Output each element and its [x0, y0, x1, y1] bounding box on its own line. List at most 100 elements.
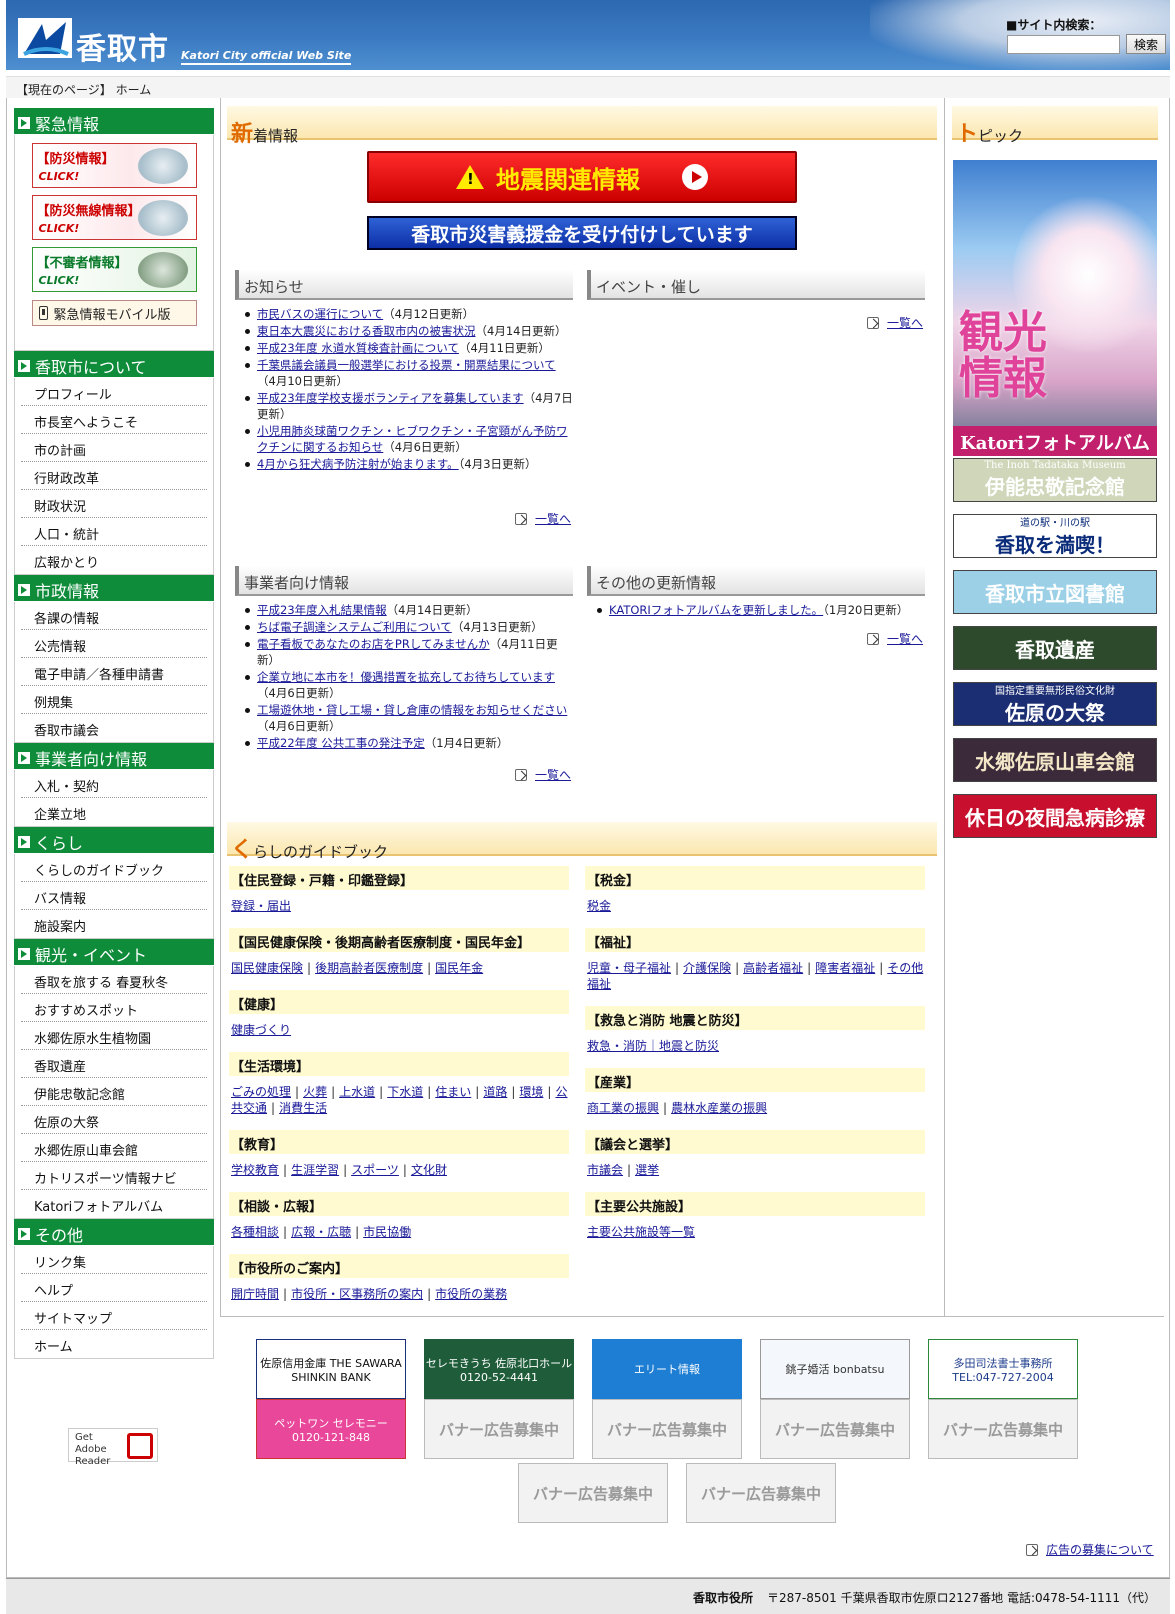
guide-link[interactable]: 学校教育: [231, 1163, 279, 1177]
nav-item[interactable]: ホーム: [21, 1330, 207, 1358]
nav-item[interactable]: 行財政改革: [21, 462, 207, 490]
nav-item[interactable]: ヘルプ: [21, 1274, 207, 1302]
guide-link[interactable]: 介護保険: [683, 961, 731, 975]
more-label[interactable]: 一覧へ: [887, 314, 923, 331]
guide-link[interactable]: ごみの処理: [231, 1085, 291, 1099]
news-link[interactable]: 平成23年度学校支援ボランティアを募集しています: [257, 391, 524, 405]
news-link[interactable]: 4月から狂犬病予防注射が始まります。: [257, 457, 459, 471]
guide-link[interactable]: 後期高齢者医療制度: [315, 961, 423, 975]
topic-banner[interactable]: 道の駅・川の駅 香取を満喫！: [953, 514, 1157, 558]
guide-category[interactable]: 【健康】: [229, 990, 569, 1014]
earthquake-info-button[interactable]: 地震関連情報: [367, 151, 797, 203]
disaster-radio-banner[interactable]: 【防災無線情報】 CLICK!: [31, 195, 197, 240]
empty-ad-slot[interactable]: バナー広告募集中: [424, 1399, 574, 1459]
guide-link[interactable]: 文化財: [411, 1163, 447, 1177]
guide-link[interactable]: 市役所・区事務所の案内: [291, 1287, 423, 1301]
guide-category[interactable]: 【救急と消防 地震と防災】: [585, 1006, 925, 1030]
more-label[interactable]: 一覧へ: [535, 766, 571, 783]
news-link[interactable]: KATORIフォトアルバムを更新しました。: [609, 603, 823, 617]
guide-category[interactable]: 【住民登録・戸籍・印鑑登録】: [229, 866, 569, 890]
guide-link[interactable]: 選挙: [635, 1163, 659, 1177]
guide-link[interactable]: 救急・消防｜地震と防災: [587, 1039, 719, 1053]
guide-link[interactable]: 障害者福祉: [815, 961, 875, 975]
nav-item[interactable]: 水郷佐原山車会館: [21, 1134, 207, 1162]
ad-recruit-link[interactable]: 広告の募集について: [1026, 1541, 1154, 1558]
nav-item[interactable]: 入札・契約: [21, 770, 207, 798]
guide-link[interactable]: 上水道: [339, 1085, 375, 1099]
notices-more-link[interactable]: 一覧へ: [515, 510, 571, 527]
news-link[interactable]: 千葉県議会議員一般選挙における投票・開票結果について: [257, 358, 556, 372]
guide-link[interactable]: 広報・広聴: [291, 1225, 351, 1239]
more-label[interactable]: 一覧へ: [887, 630, 923, 647]
guide-link[interactable]: 農林水産業の振興: [671, 1101, 767, 1115]
sponsor-ad[interactable]: 銚子婚活 bonbatsu: [760, 1339, 910, 1399]
nav-item[interactable]: 伊能忠敬記念館: [21, 1078, 207, 1106]
guide-link[interactable]: 火葬: [303, 1085, 327, 1099]
guide-link[interactable]: 商工業の振興: [587, 1101, 659, 1115]
empty-ad-slot[interactable]: バナー広告募集中: [592, 1399, 742, 1459]
guide-link[interactable]: スポーツ: [351, 1163, 399, 1177]
mobile-emergency-link[interactable]: 緊急情報モバイル版: [31, 300, 197, 326]
nav-item[interactable]: サイトマップ: [21, 1302, 207, 1330]
guide-link[interactable]: 下水道: [387, 1085, 423, 1099]
events-more-link[interactable]: 一覧へ: [867, 314, 923, 331]
guide-link[interactable]: 市民協働: [363, 1225, 411, 1239]
search-button[interactable]: 検索: [1126, 34, 1166, 54]
nav-item[interactable]: リンク集: [21, 1246, 207, 1274]
news-link[interactable]: 電子看板であなたのお店をPRしてみませんか: [257, 637, 490, 651]
topic-banner[interactable]: 休日の夜間急病診療: [953, 794, 1157, 838]
guide-link[interactable]: 各種相談: [231, 1225, 279, 1239]
empty-ad-slot[interactable]: バナー広告募集中: [686, 1463, 836, 1523]
more-label[interactable]: 一覧へ: [535, 510, 571, 527]
guide-link[interactable]: 国民健康保険: [231, 961, 303, 975]
guide-link[interactable]: 登録・届出: [231, 899, 291, 913]
guide-link[interactable]: 市議会: [587, 1163, 623, 1177]
guide-category[interactable]: 【市役所のご案内】: [229, 1254, 569, 1278]
search-input[interactable]: [1007, 35, 1120, 54]
nav-item[interactable]: 財政状況: [21, 490, 207, 518]
guide-link[interactable]: 健康づくり: [231, 1023, 291, 1037]
nav-item[interactable]: 水郷佐原水生植物園: [21, 1022, 207, 1050]
nav-item[interactable]: 電子申請／各種申請書: [21, 658, 207, 686]
guide-link[interactable]: 生涯学習: [291, 1163, 339, 1177]
news-link[interactable]: ちば電子調達システムご利用について: [257, 620, 452, 634]
guide-link[interactable]: 市役所の業務: [435, 1287, 507, 1301]
empty-ad-slot[interactable]: バナー広告募集中: [928, 1399, 1078, 1459]
news-link[interactable]: 東日本大震災における香取市内の被害状況: [257, 324, 476, 338]
topic-banner[interactable]: 水郷佐原山車会館: [953, 738, 1157, 782]
guide-category[interactable]: 【産業】: [585, 1068, 925, 1092]
nav-item[interactable]: 佐原の大祭: [21, 1106, 207, 1134]
nav-item[interactable]: バス情報: [21, 882, 207, 910]
nav-item[interactable]: 香取市議会: [21, 714, 207, 742]
nav-item[interactable]: 例規集: [21, 686, 207, 714]
sponsor-ad[interactable]: ペットワン セレモニー 0120-121-848: [256, 1399, 406, 1459]
news-link[interactable]: 平成23年度 水道水質検査計画について: [257, 341, 459, 355]
nav-item[interactable]: 市の計画: [21, 434, 207, 462]
guide-category[interactable]: 【税金】: [585, 866, 925, 890]
guide-category[interactable]: 【福祉】: [585, 928, 925, 952]
sponsor-ad[interactable]: 佐原信用金庫 THE SAWARA SHINKIN BANK: [256, 1339, 406, 1399]
topic-banner[interactable]: The Inoh Tadataka Museum 伊能忠敬記念館: [953, 458, 1157, 502]
guide-link[interactable]: 児童・母子福祉: [587, 961, 671, 975]
news-link[interactable]: 市民バスの運行について: [257, 307, 383, 321]
nav-item[interactable]: 公売情報: [21, 630, 207, 658]
other-updates-more-link[interactable]: 一覧へ: [867, 630, 923, 647]
empty-ad-slot[interactable]: バナー広告募集中: [760, 1399, 910, 1459]
tourism-photo-banner[interactable]: 観光情報 Katoriフォトアルバム: [953, 160, 1157, 456]
guide-link[interactable]: 道路: [483, 1085, 507, 1099]
sponsor-ad[interactable]: 多田司法書士事務所 TEL:047-727-2004: [928, 1339, 1078, 1399]
suspicious-person-banner[interactable]: 【不審者情報】 CLICK!: [31, 247, 197, 292]
nav-item[interactable]: 人口・統計: [21, 518, 207, 546]
nav-item[interactable]: 香取を旅する 春夏秋冬: [21, 966, 207, 994]
guide-link[interactable]: 開庁時間: [231, 1287, 279, 1301]
news-link[interactable]: 企業立地に本市を！優遇措置を拡充してお待ちしています: [257, 670, 555, 684]
guide-link[interactable]: 主要公共施設等一覧: [587, 1225, 695, 1239]
news-link[interactable]: 平成22年度 公共工事の発注予定: [257, 736, 425, 750]
site-title[interactable]: 香取市: [76, 24, 169, 68]
ad-recruit-label[interactable]: 広告の募集について: [1046, 1541, 1154, 1558]
guide-link[interactable]: 住まい: [435, 1085, 471, 1099]
adobe-reader-badge[interactable]: Get Adobe Reader: [68, 1428, 158, 1467]
nav-item[interactable]: 広報かとり: [21, 546, 207, 574]
guide-category[interactable]: 【教育】: [229, 1130, 569, 1154]
nav-item[interactable]: 企業立地: [21, 798, 207, 826]
